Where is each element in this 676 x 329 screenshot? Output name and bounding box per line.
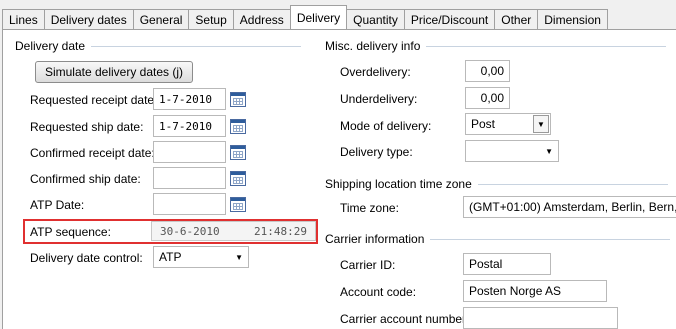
time-zone-group-title: Shipping location time zone [325,177,668,191]
account-code-field[interactable]: Posten Norge AS [463,280,607,302]
overdelivery-field[interactable]: 0,00 [465,60,510,82]
tab-quantity[interactable]: Quantity [346,9,405,29]
atp-date-label: ATP Date: [30,198,85,212]
carrier-id-label: Carrier ID: [340,258,396,272]
requested-ship-date-label: Requested ship date: [30,120,144,134]
chevron-down-icon[interactable]: ▼ [545,147,553,156]
delivery-date-control-label: Delivery date control: [30,251,143,265]
mode-of-delivery-value: Post [471,117,496,131]
mode-of-delivery-select[interactable]: Post ▼ [465,113,551,135]
carrier-group-title: Carrier information [325,232,671,246]
tab-general[interactable]: General [132,9,190,29]
carrier-id-field[interactable]: Postal [463,253,551,275]
chevron-down-icon[interactable]: ▼ [533,115,549,133]
chevron-down-icon[interactable]: ▼ [235,253,243,262]
carrier-title: Carrier information [325,232,425,246]
atp-sequence-label: ATP sequence: [30,225,111,239]
delivery-date-title: Delivery date [15,39,86,53]
tab-delivery[interactable]: Delivery [289,5,348,29]
atp-sequence-field: 30-6-2010 21:48:29 [151,221,316,241]
tab-lines[interactable]: Lines [2,9,45,29]
tab-setup[interactable]: Setup [188,9,234,29]
confirmed-ship-date-label: Confirmed ship date: [30,172,141,186]
carrier-account-number-field[interactable] [463,307,618,329]
delivery-date-group-title: Delivery date [15,39,302,53]
group-divider [426,45,667,47]
delivery-type-select[interactable]: ▼ [465,140,559,162]
requested-receipt-date-label: Requested receipt date: [30,93,158,107]
group-divider [477,183,668,185]
delivery-date-control-value: ATP [159,250,182,264]
tab-address[interactable]: Address [232,9,291,29]
calendar-icon[interactable] [230,145,246,160]
calendar-icon[interactable] [230,197,246,212]
time-zone-title: Shipping location time zone [325,177,472,191]
tab-delivery-dates[interactable]: Delivery dates [43,9,134,29]
time-zone-label: Time zone: [340,201,399,215]
simulate-delivery-dates-button[interactable]: Simulate delivery dates (j) [35,61,193,83]
confirmed-receipt-date-label: Confirmed receipt date: [30,146,155,160]
tab-other[interactable]: Other [494,9,539,29]
tab-dimension[interactable]: Dimension [537,9,608,29]
confirmed-receipt-date-field[interactable] [153,141,226,163]
atp-date-field[interactable] [153,193,226,215]
atp-sequence-date: 30-6-2010 [160,225,220,238]
atp-sequence-time: 21:48:29 [254,225,307,238]
mode-of-delivery-label: Mode of delivery: [340,119,432,133]
overdelivery-label: Overdelivery: [340,65,411,79]
misc-delivery-group-title: Misc. delivery info [325,39,667,53]
confirmed-ship-date-field[interactable] [153,167,226,189]
calendar-icon[interactable] [230,119,246,134]
tab-price-discount[interactable]: Price/Discount [403,9,496,29]
underdelivery-label: Underdelivery: [340,92,418,106]
requested-receipt-date-field[interactable]: 1-7-2010 [153,88,226,110]
carrier-account-number-label: Carrier account number: [340,312,470,326]
time-zone-field[interactable]: (GMT+01:00) Amsterdam, Berlin, Bern, Ro [463,196,676,218]
delivery-type-label: Delivery type: [340,145,413,159]
misc-delivery-title: Misc. delivery info [325,39,421,53]
calendar-icon[interactable] [230,171,246,186]
calendar-icon[interactable] [230,92,246,107]
delivery-date-control-select[interactable]: ATP ▼ [153,246,249,268]
group-divider [430,238,671,240]
tab-bar: Lines Delivery dates General Setup Addre… [2,5,608,29]
group-divider [91,45,302,47]
account-code-label: Account code: [340,285,417,299]
requested-ship-date-field[interactable]: 1-7-2010 [153,115,226,137]
underdelivery-field[interactable]: 0,00 [465,87,510,109]
